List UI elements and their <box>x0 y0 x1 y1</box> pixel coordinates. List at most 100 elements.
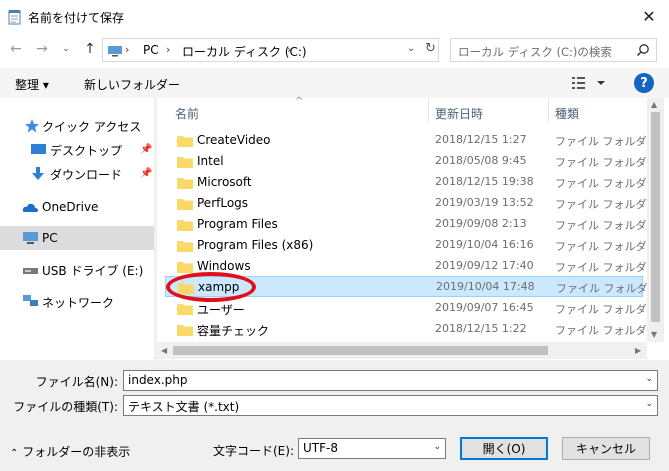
help-icon: ? <box>640 75 648 91</box>
hide-folders-toggle[interactable]: ⌃ フォルダーの非表示 <box>10 443 130 460</box>
filename-input[interactable]: index.php ⌄ <box>123 370 658 391</box>
search-box[interactable]: ローカル ディスク (C:)の検索 <box>450 38 657 62</box>
file-row[interactable]: ユーザー 2019/09/07 16:45 ファイル フォルダー <box>165 298 658 319</box>
nav-item-downloads[interactable]: ダウンロード 📌 <box>0 162 154 186</box>
folder-icon <box>177 157 193 168</box>
encoding-select[interactable]: UTF-8 ⌄ <box>298 438 446 459</box>
file-name: Windows <box>197 259 251 273</box>
open-button[interactable]: 開く(O) <box>460 437 548 460</box>
back-button[interactable]: ← <box>8 41 24 57</box>
pin-icon[interactable]: 📌 <box>140 144 152 155</box>
scroll-left-icon[interactable]: ◀ <box>161 346 167 355</box>
address-history-dropdown[interactable]: ⌄ <box>407 43 415 54</box>
address-bar[interactable]: › PC › ローカル ディスク (C:) › ⌄ ↻ <box>102 38 439 62</box>
file-row[interactable]: Windows 2019/09/12 17:40 ファイル フォルダー <box>165 256 658 277</box>
file-type: ファイル フォルダー <box>556 282 659 295</box>
cancel-button[interactable]: キャンセル <box>562 437 650 460</box>
file-date: 2019/09/07 16:45 <box>435 301 534 314</box>
scroll-down-icon[interactable]: ▼ <box>651 330 657 339</box>
column-header-name[interactable]: 名前 <box>175 105 199 129</box>
file-list-vertical-scrollbar[interactable]: ▲ ▼ <box>647 98 664 342</box>
file-row[interactable]: CreateVideo 2018/12/15 1:27 ファイル フォルダー <box>165 130 658 151</box>
desktop-icon <box>31 144 46 154</box>
download-icon <box>32 167 44 180</box>
file-row[interactable]: PerfLogs 2019/03/19 13:52 ファイル フォルダー <box>165 193 658 214</box>
horizontal-scroll-thumb[interactable] <box>173 346 548 355</box>
scroll-up-icon[interactable]: ▲ <box>651 100 657 109</box>
close-icon: ✕ <box>642 6 656 26</box>
nav-item-label: ダウンロード <box>50 167 123 182</box>
notepad-icon <box>8 10 21 25</box>
folder-icon <box>177 241 193 252</box>
file-row[interactable]: Intel 2018/05/08 9:45 ファイル フォルダー <box>165 151 658 172</box>
scroll-right-icon[interactable]: ▶ <box>635 346 641 355</box>
organize-button[interactable]: 整理 ▾ <box>15 76 49 93</box>
column-header-type[interactable]: 種類 <box>555 105 579 129</box>
new-folder-button[interactable]: 新しいフォルダー <box>84 76 180 93</box>
chevron-down-icon[interactable]: ⌄ <box>645 374 653 384</box>
refresh-button[interactable]: ↻ <box>425 41 439 59</box>
nav-item-label: USB ドライブ (E:) <box>42 263 144 278</box>
file-row[interactable]: Microsoft 2018/12/15 19:38 ファイル フォルダー <box>165 172 658 193</box>
nav-item-onedrive[interactable]: OneDrive <box>0 195 154 219</box>
arrow-left-icon: ← <box>10 41 22 57</box>
folder-icon <box>177 262 193 273</box>
folder-icon <box>177 325 193 336</box>
column-divider[interactable] <box>548 98 549 122</box>
filetype-value: テキスト文書 (*.txt) <box>128 400 240 414</box>
file-row[interactable]: Program Files 2019/09/08 2:13 ファイル フォルダー <box>165 214 658 235</box>
file-name: PerfLogs <box>197 196 249 210</box>
file-date: 2018/12/15 19:38 <box>435 175 534 188</box>
arrow-right-icon: → <box>36 41 48 57</box>
nav-item-label: クイック アクセス <box>42 119 142 134</box>
column-header-date[interactable]: 更新日時 <box>435 105 483 129</box>
sort-ascending-icon: ^ <box>295 96 304 107</box>
folder-icon <box>177 220 193 231</box>
refresh-icon: ↻ <box>425 41 436 56</box>
encoding-label: 文字コード(E): <box>213 444 294 458</box>
command-bar: 整理 ▾ 新しいフォルダー ? <box>0 68 669 98</box>
file-date: 2018/12/15 1:27 <box>435 133 527 146</box>
network-icon <box>23 295 38 306</box>
file-type: ファイル フォルダー <box>555 324 658 337</box>
forward-button[interactable]: → <box>34 41 50 57</box>
file-row[interactable]: 容量チェック 2018/12/15 1:22 ファイル フォルダー <box>165 319 658 340</box>
nav-item-desktop[interactable]: デスクトップ 📌 <box>0 138 154 162</box>
file-name: Program Files <box>197 217 278 231</box>
file-list: ^ 名前 更新日時 種類 CreateVideo 2018/12/15 1:27… <box>157 96 659 342</box>
folder-icon <box>177 178 193 189</box>
recent-locations-button[interactable]: ⌄ <box>58 41 74 57</box>
usb-drive-icon <box>23 268 38 274</box>
star-icon <box>25 119 39 133</box>
file-type: ファイル フォルダー <box>555 135 658 148</box>
search-icon <box>636 44 649 57</box>
nav-item-pc[interactable]: PC <box>0 226 154 250</box>
file-name: Program Files (x86) <box>197 238 314 252</box>
nav-item-quick-access[interactable]: クイック アクセス <box>0 114 154 138</box>
filetype-select[interactable]: テキスト文書 (*.txt) ⌄ <box>123 395 658 416</box>
file-row-selected[interactable]: xampp 2019/10/04 17:48 ファイル フォルダー <box>165 276 659 297</box>
file-list-horizontal-scrollbar[interactable]: ◀ ▶ <box>157 342 647 359</box>
folder-icon <box>178 283 194 294</box>
file-type: ファイル フォルダー <box>555 219 658 232</box>
vertical-scroll-thumb[interactable] <box>651 112 660 322</box>
filetype-label: ファイルの種類(T): <box>13 400 118 414</box>
breadcrumb-pc[interactable]: PC <box>143 43 159 57</box>
up-button[interactable]: ↑ <box>82 41 98 57</box>
nav-item-network[interactable]: ネットワーク <box>0 290 154 314</box>
pc-icon <box>23 232 38 244</box>
file-name: Microsoft <box>197 175 252 189</box>
file-row[interactable]: Program Files (x86) 2019/10/04 16:16 ファイ… <box>165 235 658 256</box>
column-divider[interactable] <box>428 98 429 122</box>
pin-icon[interactable]: 📌 <box>140 168 152 179</box>
chevron-down-icon: ⌄ <box>645 399 653 409</box>
nav-item-usb-drive[interactable]: USB ドライブ (E:) <box>0 258 154 282</box>
nav-item-label: デスクトップ <box>50 143 123 158</box>
window-title: 名前を付けて保存 <box>28 11 125 25</box>
view-options-icon[interactable] <box>570 74 608 92</box>
chevron-down-icon: ⌄ <box>62 44 70 54</box>
file-date: 2019/03/19 13:52 <box>435 196 534 209</box>
close-button[interactable]: ✕ <box>629 0 669 32</box>
help-button[interactable]: ? <box>634 73 654 93</box>
cloud-icon <box>22 203 38 212</box>
